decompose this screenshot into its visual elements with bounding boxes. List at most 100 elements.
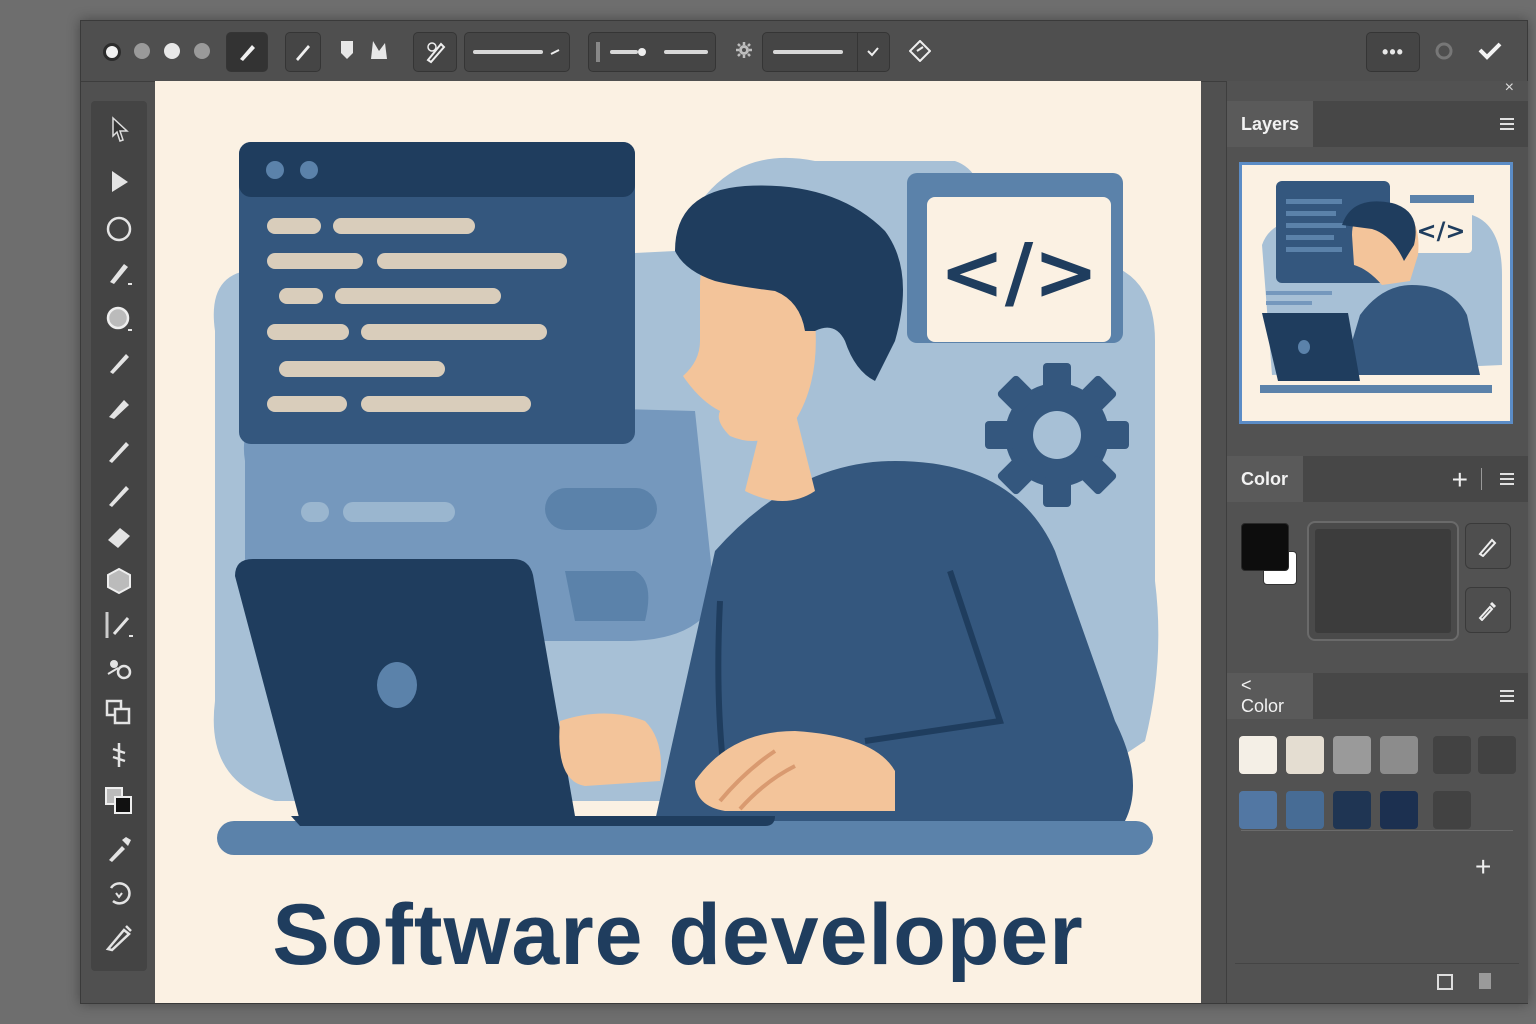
pen-tool-button[interactable] bbox=[226, 32, 268, 72]
gear-icon[interactable] bbox=[735, 41, 753, 59]
eyedropper-icon[interactable] bbox=[101, 831, 137, 867]
divider bbox=[1241, 830, 1513, 831]
rotate-icon[interactable] bbox=[101, 875, 137, 911]
eyedropper-icon bbox=[1478, 601, 1497, 621]
edit-color-button[interactable] bbox=[1465, 523, 1511, 569]
color-swatch[interactable] bbox=[1239, 736, 1277, 774]
line-segment-icon[interactable] bbox=[101, 607, 137, 643]
layer-thumbnail[interactable]: </> bbox=[1239, 162, 1513, 424]
artwork-title: Software developer bbox=[272, 887, 1084, 983]
tab-swatches[interactable]: < Color bbox=[1227, 673, 1313, 719]
circle-dot-icon[interactable] bbox=[134, 43, 150, 59]
stroke-preview bbox=[473, 50, 543, 54]
layers-panel-header: Layers bbox=[1227, 101, 1528, 147]
ellipse-tool-icon[interactable] bbox=[101, 301, 137, 337]
line-icon[interactable] bbox=[101, 477, 137, 513]
laptop-base bbox=[291, 816, 775, 826]
circle-dot-icon[interactable] bbox=[194, 43, 210, 59]
desk bbox=[217, 821, 1153, 855]
color-swatch[interactable] bbox=[1333, 736, 1371, 774]
chevron-icon bbox=[550, 49, 560, 55]
divider bbox=[1235, 963, 1519, 964]
color-swatch[interactable] bbox=[1433, 736, 1471, 774]
pen-icon[interactable] bbox=[101, 255, 137, 291]
color-preview[interactable] bbox=[1307, 521, 1459, 641]
menu-icon[interactable] bbox=[1500, 115, 1514, 133]
fill-swatch[interactable] bbox=[1241, 523, 1289, 571]
menu-icon[interactable] bbox=[1500, 687, 1514, 705]
tools-panel bbox=[91, 101, 147, 971]
new-layer-icon[interactable] bbox=[1437, 974, 1453, 990]
options-dropdown[interactable] bbox=[762, 32, 890, 72]
pencil-icon bbox=[1478, 538, 1497, 557]
check-icon bbox=[866, 47, 879, 57]
color-swatch[interactable] bbox=[1380, 791, 1418, 829]
confirm-check bbox=[1478, 42, 1502, 60]
add-color-button[interactable]: + bbox=[1452, 464, 1468, 496]
color-preview-fill bbox=[1315, 529, 1451, 633]
software-developer-illustration: </> bbox=[213, 142, 1159, 855]
diamond-icon[interactable] bbox=[909, 40, 931, 62]
color-panel-header: Color + bbox=[1227, 456, 1528, 502]
blob-brush-icon[interactable] bbox=[101, 389, 137, 425]
status-circle bbox=[1435, 42, 1453, 60]
color-swatch[interactable] bbox=[1433, 791, 1471, 829]
circle-icon[interactable] bbox=[1435, 42, 1453, 60]
color-swatch[interactable] bbox=[1333, 791, 1371, 829]
trash-icon[interactable] bbox=[1479, 973, 1491, 989]
header-divider bbox=[1481, 468, 1482, 490]
bg-shape bbox=[565, 571, 649, 621]
brush-icon[interactable] bbox=[101, 345, 137, 381]
brush-tool-button[interactable] bbox=[285, 32, 321, 72]
menu-icon[interactable] bbox=[1500, 470, 1514, 488]
fill-stroke-icon[interactable] bbox=[101, 783, 137, 819]
color-swatch[interactable] bbox=[1239, 791, 1277, 829]
color-swatch[interactable] bbox=[1380, 736, 1418, 774]
bg-pill bbox=[301, 502, 329, 522]
code-symbol: </> bbox=[939, 228, 1098, 318]
slider-handle[interactable] bbox=[638, 48, 646, 56]
app-window: ••• </> Software developer × Layers </> … bbox=[80, 20, 1528, 1004]
laptop-logo bbox=[377, 662, 417, 708]
symbol-sprayer-icon[interactable] bbox=[101, 651, 137, 687]
color-swatch[interactable] bbox=[1478, 736, 1516, 774]
stroke-dropdown[interactable] bbox=[464, 32, 570, 72]
shape-builder-icon[interactable] bbox=[101, 695, 137, 731]
shape-icons[interactable] bbox=[339, 39, 393, 63]
direct-select-icon[interactable] bbox=[101, 163, 137, 199]
ellipse-icon[interactable] bbox=[101, 211, 137, 247]
window-dot bbox=[300, 161, 318, 179]
top-toolbar: ••• bbox=[81, 21, 1527, 82]
gear-shape bbox=[736, 42, 752, 58]
color-swatch[interactable] bbox=[1286, 736, 1324, 774]
width-tool-icon[interactable] bbox=[101, 737, 137, 773]
record-dot-icon[interactable] bbox=[103, 43, 121, 61]
window-dot bbox=[266, 161, 284, 179]
circle-dot-icon[interactable] bbox=[164, 43, 180, 59]
dropdown-divider bbox=[856, 33, 858, 71]
slider-control[interactable] bbox=[588, 32, 716, 72]
slider-track bbox=[610, 50, 638, 54]
swatches-panel-header: < Color bbox=[1227, 673, 1528, 719]
right-panels: × Layers </> Color + < Color + bbox=[1226, 79, 1528, 1003]
shape-icon bbox=[341, 41, 387, 59]
eyedropper-button[interactable] bbox=[1465, 587, 1511, 633]
tab-layers[interactable]: Layers bbox=[1227, 101, 1313, 147]
color-swatch[interactable] bbox=[1286, 791, 1324, 829]
check-icon[interactable] bbox=[1477, 40, 1503, 62]
knife-icon[interactable] bbox=[101, 919, 137, 955]
bg-pill bbox=[545, 488, 657, 530]
code-window-titlebar bbox=[239, 142, 635, 197]
more-button[interactable]: ••• bbox=[1366, 32, 1420, 72]
select-arrow-icon[interactable] bbox=[101, 111, 137, 147]
polygon-icon[interactable] bbox=[101, 563, 137, 599]
eraser-icon[interactable] bbox=[101, 519, 137, 555]
pencil-brush-button[interactable] bbox=[413, 32, 457, 72]
bg-pill bbox=[343, 502, 455, 522]
pencil-icon[interactable] bbox=[101, 433, 137, 469]
add-swatch-button[interactable]: + bbox=[1475, 851, 1491, 883]
tab-color[interactable]: Color bbox=[1227, 456, 1303, 502]
artboard[interactable]: </> Software developer bbox=[155, 81, 1201, 1003]
close-icon[interactable]: × bbox=[1505, 79, 1514, 97]
dropdown-value bbox=[772, 50, 843, 54]
